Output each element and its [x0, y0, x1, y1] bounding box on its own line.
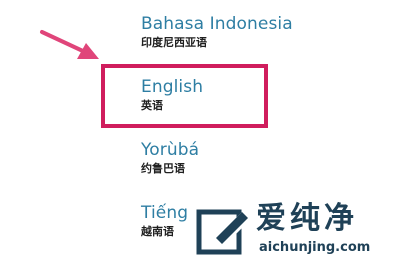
watermark-url: aichunjing.com — [259, 240, 371, 255]
language-native-name: 印度尼西亚语 — [141, 36, 207, 49]
language-name: Tiếng — [141, 203, 189, 223]
language-item-bahasa-indonesia[interactable]: Bahasa Indonesia 印度尼西亚语 — [141, 14, 381, 58]
language-native-name: 约鲁巴语 — [141, 162, 185, 175]
watermark-title: 爱纯净 — [256, 201, 358, 236]
language-item-yoruba[interactable]: Yorùbá 约鲁巴语 — [141, 140, 381, 184]
selection-highlight-box — [101, 64, 268, 128]
arrow-pointer-icon — [40, 30, 99, 59]
language-native-name: 越南语 — [141, 225, 174, 238]
language-picker: Bahasa Indonesia 印度尼西亚语 English 英语 Yorùb… — [0, 0, 395, 263]
language-name: Yorùbá — [141, 140, 200, 160]
watermark-logo-icon — [196, 209, 252, 255]
language-name: Bahasa Indonesia — [141, 14, 293, 34]
watermark: 爱纯净 aichunjing.com — [196, 200, 391, 260]
